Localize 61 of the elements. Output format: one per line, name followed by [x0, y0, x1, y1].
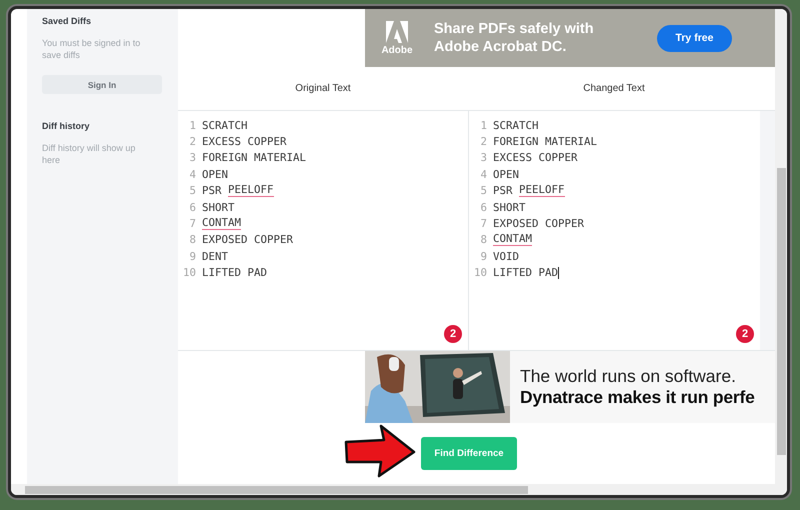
count-badge: 2 — [736, 325, 754, 343]
line-number: 1 — [188, 118, 196, 132]
line-number: 3 — [188, 151, 196, 164]
code-text: EXCESS COPPER — [493, 151, 578, 164]
find-difference-button[interactable]: Find Difference — [421, 437, 517, 470]
code-text: FOREIGN MATERIAL — [202, 151, 306, 164]
logo-icon — [386, 20, 408, 42]
try-free-button[interactable]: Try free — [657, 24, 732, 52]
code-text: PSR — [202, 184, 222, 198]
line-number: 7 — [188, 217, 196, 230]
horizontal-scrollbar[interactable] — [11, 484, 787, 495]
line-number: 2 — [188, 135, 196, 148]
code-text: LIFTED PAD — [493, 266, 558, 280]
line-number: 7 — [479, 217, 487, 230]
line-number: 5 — [479, 184, 487, 198]
code-text: LIFTED PAD — [202, 266, 268, 280]
underlined-word: PEELOFF — [519, 184, 565, 198]
underlined-word: PEELOFF — [228, 184, 274, 198]
history-note: Diff history will show up here — [42, 142, 136, 166]
line-number: 5 — [188, 184, 196, 198]
line-number: 3 — [479, 151, 487, 164]
line-number: 9 — [479, 250, 487, 263]
code-text: EXCESS COPPER — [202, 135, 287, 148]
underlined-word: CONTAM — [202, 217, 242, 230]
underlined-word: CONTAM — [493, 233, 532, 246]
line-number: 10 — [473, 266, 487, 280]
line-number: 10 — [182, 266, 196, 280]
code-text: SHORT — [493, 200, 526, 214]
pointer-arrow — [344, 424, 416, 478]
ad-headline: Share PDFs safely with Adobe Acrobat DC. — [434, 20, 595, 56]
line-number: 1 — [479, 118, 487, 132]
line-number: 8 — [479, 233, 487, 246]
code-text: PSR — [493, 184, 513, 198]
code-text: EXPOSED COPPER — [493, 217, 584, 230]
code-text: EXPOSED COPPER — [202, 233, 294, 246]
code-text: FOREIGN MATERIAL — [493, 135, 598, 148]
vertical-scrollbar[interactable] — [775, 9, 787, 484]
line-number: 6 — [188, 200, 196, 214]
line-number: 4 — [479, 168, 487, 181]
code-text: SHORT — [202, 200, 235, 214]
code-text: OPEN — [202, 168, 228, 181]
section-title: Saved Diffs — [42, 16, 92, 26]
sign-in-note: You must be signed in to save diffs — [42, 37, 142, 61]
panel-title: Original Text — [295, 83, 351, 94]
line-number: 6 — [479, 200, 487, 214]
line-number: 8 — [188, 233, 196, 246]
brand-name: Adobe — [381, 44, 413, 56]
panel-title: Changed Text — [583, 83, 645, 94]
ad-text: Dynatrace makes it run perfe — [520, 387, 755, 408]
sign-in-button[interactable]: Sign In — [42, 75, 162, 94]
code-text: SCRATCH — [202, 118, 248, 132]
code-text: SCRATCH — [493, 118, 539, 132]
code-text: OPEN — [493, 168, 520, 181]
count-badge: 2 — [444, 325, 462, 343]
line-number: 2 — [479, 135, 487, 148]
line-number: 9 — [188, 250, 196, 263]
code-text: DENT — [202, 250, 228, 263]
line-number: 4 — [188, 168, 196, 181]
section-title: Diff history — [42, 121, 91, 131]
ad-text: The world runs on software. — [520, 366, 737, 387]
code-text: VOID — [493, 250, 520, 263]
